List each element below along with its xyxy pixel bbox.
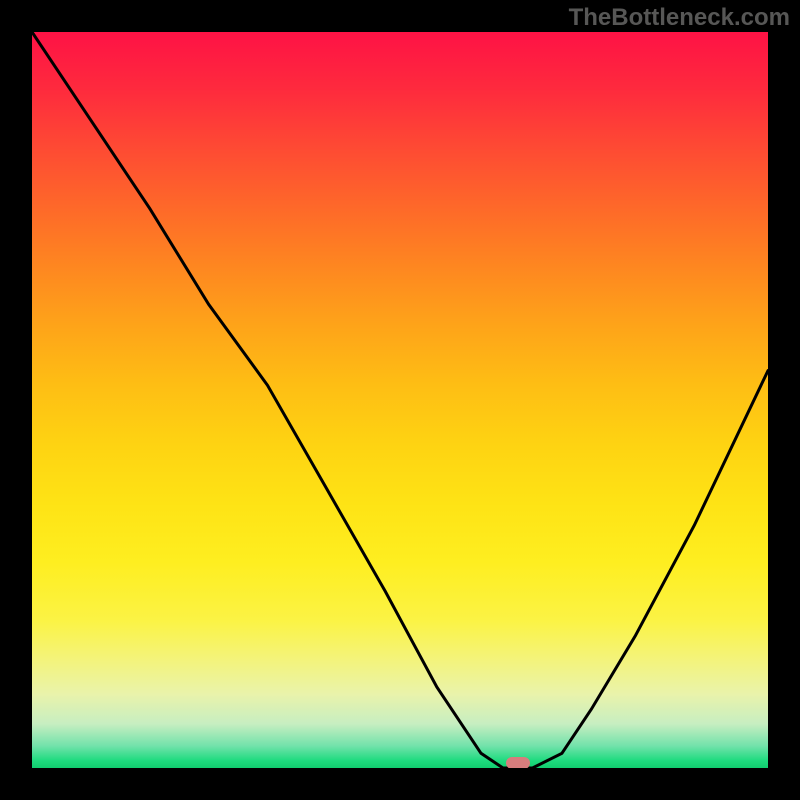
plot-area (32, 32, 768, 768)
optimal-marker (506, 757, 530, 768)
bottleneck-curve (32, 32, 768, 768)
curve-svg (32, 32, 768, 768)
watermark-text: TheBottleneck.com (569, 4, 790, 32)
chart-frame: TheBottleneck.com (0, 0, 800, 800)
